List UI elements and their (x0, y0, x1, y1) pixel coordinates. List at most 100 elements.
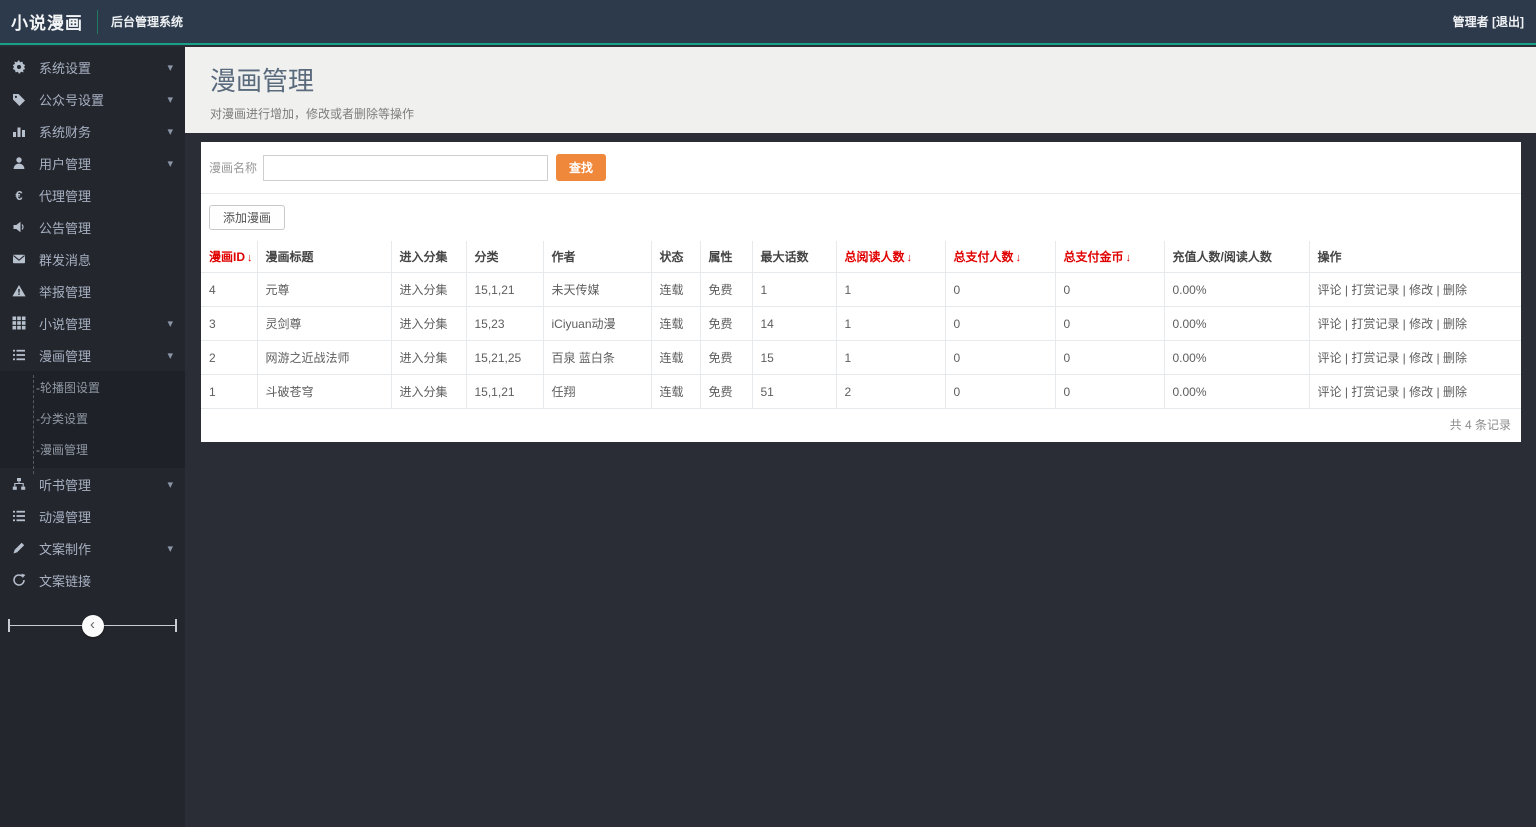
sidebar-item-system-settings[interactable]: 系统设置▾ (0, 51, 185, 83)
sidebar-item-anime-management[interactable]: 动漫管理 (0, 500, 185, 532)
sidebar-item-label: 系统设置 (39, 58, 91, 77)
column-header-recharge-read-ratio: 充值人数/阅读人数 (1164, 241, 1309, 273)
sort-desc-icon: ↓ (907, 252, 913, 264)
system-name: 后台管理系统 (111, 13, 183, 30)
cell-id: 2 (201, 341, 257, 375)
action-comment[interactable]: 评论 (1318, 283, 1342, 297)
sidebar-item-bulk-message[interactable]: 群发消息 (0, 243, 185, 275)
sidebar-item-label: 动漫管理 (39, 507, 91, 526)
sidebar-item-comic-management[interactable]: 漫画管理▾ (0, 339, 185, 371)
sidebar-item-announcement-management[interactable]: 公告管理 (0, 211, 185, 243)
cell-episodes[interactable]: 进入分集 (391, 273, 466, 307)
list-icon (11, 348, 27, 362)
column-header-id[interactable]: 漫画ID↓ (201, 241, 257, 273)
chevron-down-icon: ▾ (167, 317, 173, 330)
action-comment[interactable]: 评论 (1318, 317, 1342, 331)
action-reward-record[interactable]: 打赏记录 (1351, 283, 1399, 297)
sidebar-item-label: 公告管理 (39, 218, 91, 237)
action-separator: | (1399, 385, 1409, 399)
column-header-operations: 操作 (1309, 241, 1521, 273)
chevron-down-icon: ▾ (167, 542, 173, 555)
slider-handle[interactable]: ‹ (82, 615, 104, 637)
cell-episodes[interactable]: 进入分集 (391, 341, 466, 375)
action-comment[interactable]: 评论 (1318, 351, 1342, 365)
sidebar-item-label: 公众号设置 (39, 90, 104, 109)
sidebar-subitem-category-settings[interactable]: -分类设置 (0, 404, 185, 435)
chevron-left-icon: ‹ (90, 616, 95, 633)
action-reward-record[interactable]: 打赏记录 (1351, 351, 1399, 365)
action-comment[interactable]: 评论 (1318, 385, 1342, 399)
column-header-total-coins[interactable]: 总支付金币↓ (1055, 241, 1164, 273)
chevron-down-icon: ▾ (167, 478, 173, 491)
sidebar-item-official-account-settings[interactable]: 公众号设置 ▾ (0, 83, 185, 115)
share-icon (11, 573, 27, 587)
sort-desc-icon: ↓ (1126, 252, 1132, 264)
action-edit[interactable]: 修改 (1409, 283, 1433, 297)
table-header-row: 漫画ID↓漫画标题进入分集分类作者状态属性最大话数总阅读人数↓总支付人数↓总支付… (201, 241, 1521, 273)
main-content: 漫画管理 对漫画进行增加，修改或者删除等操作 漫画名称 查找 添加漫画 漫画ID… (185, 47, 1536, 827)
grid-icon (11, 316, 27, 330)
euro-icon: € (11, 188, 27, 203)
sidebar-item-label: 用户管理 (39, 154, 91, 173)
chevron-down-icon: ▾ (167, 93, 173, 106)
action-separator: | (1342, 385, 1352, 399)
cell-category: 15,1,21 (466, 375, 543, 409)
search-row: 漫画名称 查找 (201, 142, 1521, 194)
sidebar-item-report-management[interactable]: 举报管理 (0, 275, 185, 307)
column-header-total-readers[interactable]: 总阅读人数↓ (836, 241, 945, 273)
action-reward-record[interactable]: 打赏记录 (1351, 317, 1399, 331)
slider-tick-right (175, 619, 177, 632)
slider-tick-left (8, 619, 10, 632)
action-delete[interactable]: 删除 (1443, 283, 1467, 297)
sidebar-item-copywriting-production[interactable]: 文案制作▾ (0, 532, 185, 564)
sidebar-item-user-management[interactable]: 用户管理▾ (0, 147, 185, 179)
cell-episodes[interactable]: 进入分集 (391, 307, 466, 341)
cell-status: 连载 (651, 307, 700, 341)
cell-operations: 评论 | 打赏记录 | 修改 | 删除 (1309, 375, 1521, 409)
sidebar-item-system-finance[interactable]: 系统财务▾ (0, 115, 185, 147)
action-separator: | (1399, 283, 1409, 297)
action-edit[interactable]: 修改 (1409, 385, 1433, 399)
sidebar-subitem-carousel-settings[interactable]: -轮播图设置 (0, 373, 185, 404)
sidebar-item-agent-management[interactable]: €代理管理 (0, 179, 185, 211)
search-label: 漫画名称 (209, 159, 257, 176)
action-delete[interactable]: 删除 (1443, 351, 1467, 365)
search-input[interactable] (263, 155, 548, 181)
action-delete[interactable]: 删除 (1443, 385, 1467, 399)
cell-id: 1 (201, 375, 257, 409)
column-header-episodes: 进入分集 (391, 241, 466, 273)
sidebar-subitem-comic-management-page[interactable]: -漫画管理 (0, 435, 185, 466)
column-header-attribute: 属性 (700, 241, 752, 273)
sidebar-item-copywriting-link[interactable]: 文案链接 (0, 564, 185, 596)
column-header-total-payers[interactable]: 总支付人数↓ (945, 241, 1055, 273)
action-separator: | (1399, 351, 1409, 365)
column-header-category: 分类 (466, 241, 543, 273)
tag-icon (11, 92, 27, 106)
action-delete[interactable]: 删除 (1443, 317, 1467, 331)
cell-title: 网游之近战法师 (257, 341, 391, 375)
sidebar-item-label: 漫画管理 (39, 346, 91, 365)
cell-max-episodes: 15 (752, 341, 836, 375)
action-reward-record[interactable]: 打赏记录 (1351, 385, 1399, 399)
cell-episodes[interactable]: 进入分集 (391, 375, 466, 409)
chevron-down-icon: ▾ (167, 125, 173, 138)
sitemap-icon (11, 477, 27, 491)
cell-title: 灵剑尊 (257, 307, 391, 341)
column-header-title: 漫画标题 (257, 241, 391, 273)
action-edit[interactable]: 修改 (1409, 351, 1433, 365)
page-header: 漫画管理 对漫画进行增加，修改或者删除等操作 (185, 47, 1536, 133)
action-edit[interactable]: 修改 (1409, 317, 1433, 331)
cell-category: 15,21,25 (466, 341, 543, 375)
cell-ratio: 0.00% (1164, 341, 1309, 375)
cell-total-coins: 0 (1055, 341, 1164, 375)
logout-link[interactable]: [退出] (1492, 15, 1524, 29)
page-title: 漫画管理 (210, 61, 1536, 98)
pen-icon (11, 541, 27, 555)
add-row: 添加漫画 (201, 194, 1521, 241)
cell-author: 未天传媒 (543, 273, 651, 307)
sidebar-item-audiobook-management[interactable]: 听书管理▾ (0, 468, 185, 500)
sidebar-item-novel-management[interactable]: 小说管理▾ (0, 307, 185, 339)
sidebar-item-label: 群发消息 (39, 250, 91, 269)
add-comic-button[interactable]: 添加漫画 (209, 205, 285, 230)
search-button[interactable]: 查找 (556, 154, 606, 181)
